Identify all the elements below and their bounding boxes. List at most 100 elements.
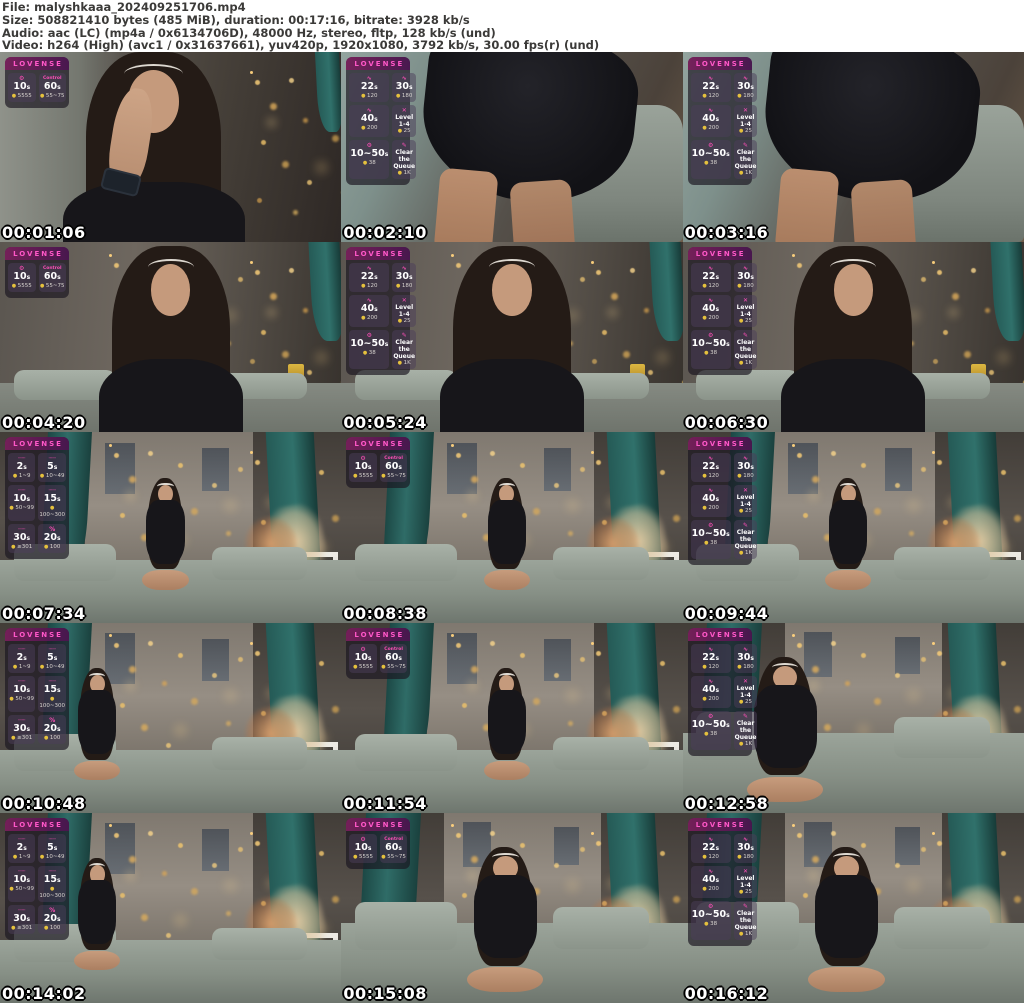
tip-item-tokens: 5555 <box>9 93 35 100</box>
timestamp-label: 00:11:54 <box>343 794 427 813</box>
tip-item-value: 30s <box>735 272 757 283</box>
tip-item-tokens: 25 <box>393 318 415 325</box>
lovense-overlay: LOVENSE ⚙10s5555Control toy60s55~75 <box>5 57 69 108</box>
tip-menu-item: ⚙10s5555 <box>349 644 377 673</box>
string-lights <box>451 444 454 447</box>
timestamp-label: 00:01:06 <box>2 223 86 242</box>
lovense-logo: LOVENSE <box>5 57 69 70</box>
tip-item-tokens: 200 <box>692 886 730 893</box>
lovense-logo: LOVENSE <box>346 818 410 831</box>
tip-menu-item: ∿40s200 <box>691 676 731 708</box>
tip-item-tokens: 55~75 <box>381 473 407 480</box>
lovense-logo: LOVENSE <box>688 247 752 260</box>
tip-item-value: 40s <box>692 875 730 886</box>
tip-menu-item: ∿22s120 <box>691 644 731 673</box>
tip-item-value: 5s <box>39 653 65 664</box>
lovense-logo: LOVENSE <box>5 247 69 260</box>
tip-item-value: 40s <box>692 685 730 696</box>
tip-item-tokens: 55~75 <box>381 664 407 671</box>
tip-item-tokens: 10~49 <box>39 664 65 671</box>
tip-menu-grid: ┄┄2s1~9┄┄5s10~49┄┄10s50~99┄┄15s100~300┄┄… <box>5 641 69 747</box>
tip-menu-item: ∿22s120 <box>691 73 731 102</box>
tip-item-value: 60s <box>381 653 407 664</box>
black-dress <box>829 500 867 564</box>
tip-item-tokens: 1K <box>393 360 415 367</box>
video-thumbnail: LOVENSE ⚙10s5555Control toy60s55~75 00:0… <box>0 52 341 242</box>
lovense-overlay: LOVENSE ⚙10s5555Control toy60s55~75 <box>346 628 410 679</box>
legs <box>484 570 530 589</box>
video-info-line: Video: h264 (High) (avc1 / 0x31637661), … <box>2 39 1024 52</box>
lovense-overlay: LOVENSE ┄┄2s1~9┄┄5s10~49┄┄10s50~99┄┄15s1… <box>5 628 69 750</box>
black-dress <box>78 690 116 754</box>
tip-menu-item: ∿30s180 <box>734 834 758 863</box>
tip-menu-item: ⚙10s5555 <box>8 263 36 292</box>
person <box>55 52 253 242</box>
tip-item-tokens: 25 <box>735 699 757 706</box>
tip-item-tokens: 5555 <box>9 283 35 290</box>
tip-item-icon: ✎ <box>393 142 415 149</box>
tip-menu-item: ┄┄30s≥301 <box>8 905 35 934</box>
tip-menu-item: ∿30s180 <box>392 263 416 292</box>
tip-item-tokens: 100~300 <box>39 696 65 710</box>
video-thumbnail: LOVENSE ∿22s120∿30s180∿40s200✕Level 1-42… <box>683 242 1024 432</box>
tip-menu-grid: ⚙10s5555Control toy60s55~75 <box>346 831 410 866</box>
tip-item-value: 10~50s <box>692 339 730 350</box>
tip-menu-item: ┄┄15s100~300 <box>38 485 66 521</box>
tip-menu-item: ┄┄10s50~99 <box>8 866 35 902</box>
tip-item-tokens: ≥301 <box>9 925 34 932</box>
tip-item-icon: ✕ <box>393 297 415 304</box>
lovense-overlay: LOVENSE ∿22s120∿30s180∿40s200✕Level 1-42… <box>688 628 752 756</box>
tip-item-tokens: 10~49 <box>39 854 65 861</box>
tip-item-tokens: 1~9 <box>9 473 34 480</box>
string-lights <box>250 642 253 645</box>
tip-item-value: 30s <box>735 653 757 664</box>
tip-item-value: Clear the Queue <box>735 529 757 550</box>
legs <box>74 951 120 970</box>
tip-menu-item: ∿40s200 <box>349 105 389 137</box>
person <box>819 478 877 592</box>
tip-item-tokens: 120 <box>692 854 730 861</box>
lovense-overlay: LOVENSE ∿22s120∿30s180∿40s200✕Level 1-42… <box>688 57 752 185</box>
tip-menu-item: Control toy60s55~75 <box>39 263 67 292</box>
tip-item-value: 10s <box>350 462 376 473</box>
tip-item-icon: ✕ <box>735 297 757 304</box>
tip-item-tokens: 38 <box>692 731 730 738</box>
tip-menu-grid: ∿22s120∿30s180∿40s200✕Level 1-425⚙10~50s… <box>346 260 410 372</box>
tip-item-value: 30s <box>9 914 34 925</box>
tip-item-tokens: 10~49 <box>39 473 65 480</box>
tip-item-icon: ✎ <box>735 522 757 529</box>
tip-item-tokens: 200 <box>692 696 730 703</box>
lovense-overlay: LOVENSE ⚙10s5555Control toy60s55~75 <box>5 247 69 298</box>
video-contact-sheet: File: malyshkaaa_202409251706.mp4 Size: … <box>0 0 1024 1003</box>
tip-item-value: 30s <box>735 82 757 93</box>
tip-item-tokens: 5555 <box>350 854 376 861</box>
tip-item-tokens: 38 <box>692 921 730 928</box>
tip-menu-item: Control toy60s55~75 <box>380 644 408 673</box>
video-thumbnail: ♥♥❀✦ LOVENSE ∿22s120∿30s180∿40s200✕Level… <box>683 623 1024 813</box>
tip-item-value: 40s <box>692 494 730 505</box>
tip-menu-item: ┄┄10s50~99 <box>8 485 35 521</box>
tip-item-value: 10s <box>9 875 34 886</box>
lovense-logo: LOVENSE <box>688 437 752 450</box>
tip-item-icon: ✕ <box>735 678 757 685</box>
tip-item-value: Level 1-4 <box>735 685 757 699</box>
legs <box>74 761 120 780</box>
video-thumbnail: LOVENSE ⚙10s5555Control toy60s55~75 00:0… <box>341 432 682 622</box>
tip-menu-item: ✎Clear the Queue1K <box>734 901 758 940</box>
tip-item-tokens: 38 <box>692 350 730 357</box>
lovense-logo: LOVENSE <box>5 818 69 831</box>
legs <box>825 570 871 589</box>
tip-item-tokens: 1~9 <box>9 664 34 671</box>
tip-item-value: 20s <box>39 724 65 735</box>
tip-menu-grid: ⚙10s5555Control toy60s55~75 <box>346 450 410 485</box>
timestamp-label: 00:02:10 <box>343 223 427 242</box>
string-lights <box>792 634 795 637</box>
lovense-overlay: LOVENSE ⚙10s5555Control toy60s55~75 <box>346 437 410 488</box>
tip-menu-item: ┄┄10s50~99 <box>8 676 35 712</box>
tip-item-tokens: 25 <box>393 128 415 135</box>
tip-item-tokens: 25 <box>735 508 757 515</box>
tip-menu-item: ✎Clear the Queue1K <box>392 330 416 369</box>
tip-menu-item: ┄┄2s1~9 <box>8 453 35 482</box>
tip-item-value: 20s <box>39 533 65 544</box>
tip-menu-item: ∿22s120 <box>691 453 731 482</box>
